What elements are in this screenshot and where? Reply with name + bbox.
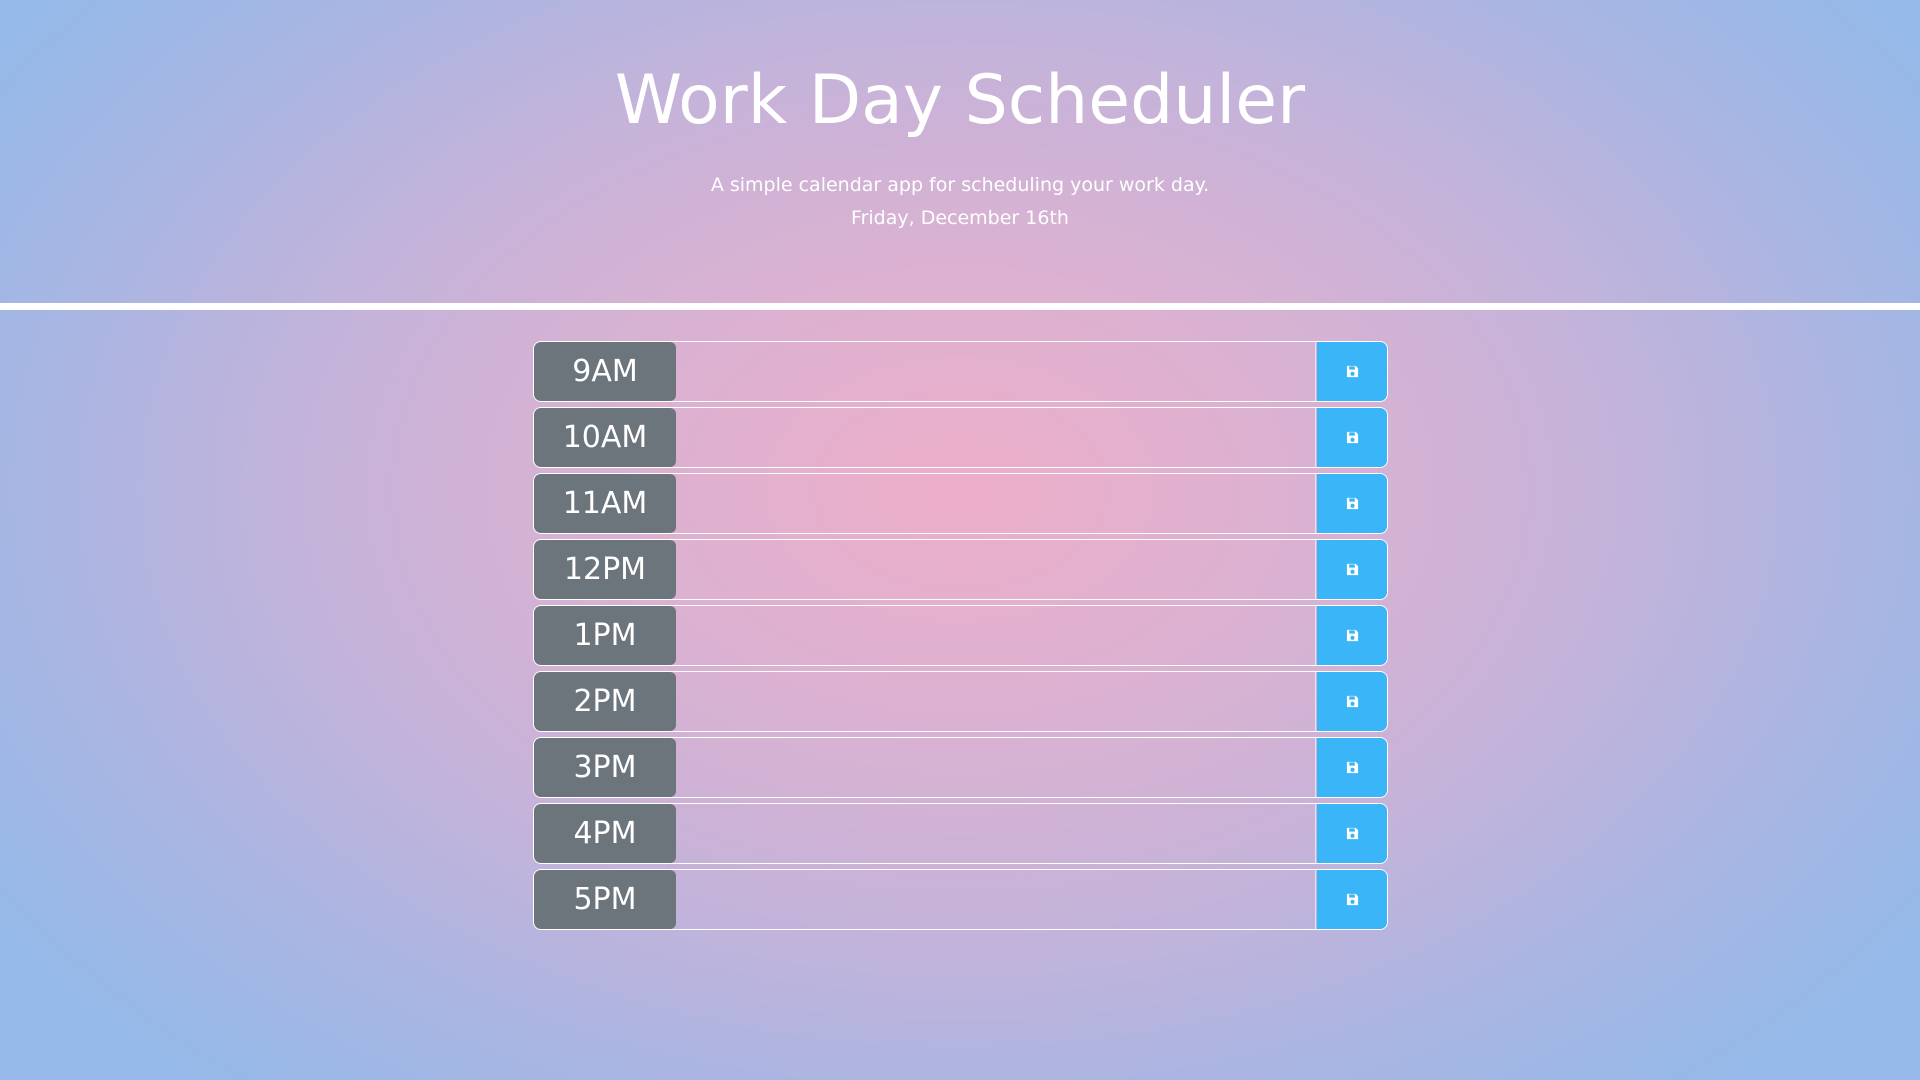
hour-label: 4PM (534, 804, 676, 863)
save-button[interactable] (1317, 408, 1387, 467)
save-icon (1346, 761, 1358, 774)
time-block: 2PM (533, 671, 1388, 732)
event-description-input[interactable] (676, 540, 1316, 599)
save-icon (1346, 827, 1358, 840)
time-block: 9AM (533, 341, 1388, 402)
time-block: 5PM (533, 869, 1388, 930)
time-block: 12PM (533, 539, 1388, 600)
save-icon (1346, 365, 1358, 378)
save-icon (1346, 497, 1358, 510)
event-description-input[interactable] (676, 606, 1316, 665)
save-button[interactable] (1317, 540, 1387, 599)
save-button[interactable] (1317, 606, 1387, 665)
save-button[interactable] (1317, 870, 1387, 929)
current-day: Friday, December 16th (851, 207, 1069, 229)
schedule-container: 9AM 10AM 11AM 12PM 1PM 2PM 3PM 4PM 5PM (533, 341, 1388, 935)
time-block: 4PM (533, 803, 1388, 864)
event-description-input[interactable] (676, 342, 1316, 401)
event-description-input[interactable] (676, 870, 1316, 929)
save-button[interactable] (1317, 342, 1387, 401)
save-button[interactable] (1317, 474, 1387, 533)
page-title: Work Day Scheduler (614, 61, 1306, 140)
save-button[interactable] (1317, 672, 1387, 731)
save-button[interactable] (1317, 738, 1387, 797)
event-description-input[interactable] (676, 474, 1316, 533)
save-icon (1346, 431, 1358, 444)
save-icon (1346, 563, 1358, 576)
hour-label: 9AM (534, 342, 676, 401)
time-block: 11AM (533, 473, 1388, 534)
hour-label: 2PM (534, 672, 676, 731)
header: Work Day Scheduler A simple calendar app… (0, 0, 1920, 303)
hour-label: 11AM (534, 474, 676, 533)
hour-label: 12PM (534, 540, 676, 599)
save-button[interactable] (1317, 804, 1387, 863)
page-subtitle: A simple calendar app for scheduling you… (710, 174, 1210, 196)
time-block: 10AM (533, 407, 1388, 468)
time-block: 1PM (533, 605, 1388, 666)
event-description-input[interactable] (676, 738, 1316, 797)
hour-label: 1PM (534, 606, 676, 665)
save-icon (1346, 695, 1358, 708)
time-block: 3PM (533, 737, 1388, 798)
event-description-input[interactable] (676, 804, 1316, 863)
event-description-input[interactable] (676, 408, 1316, 467)
hour-label: 5PM (534, 870, 676, 929)
event-description-input[interactable] (676, 672, 1316, 731)
save-icon (1346, 893, 1358, 906)
hour-label: 10AM (534, 408, 676, 467)
hour-label: 3PM (534, 738, 676, 797)
save-icon (1346, 629, 1358, 642)
header-divider (0, 303, 1920, 310)
